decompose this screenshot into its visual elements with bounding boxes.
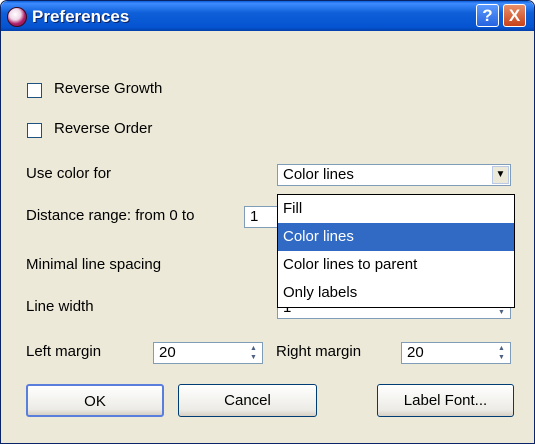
reverse-growth-checkbox[interactable]	[27, 83, 42, 98]
title-bar[interactable]: Preferences ? X	[1, 1, 534, 31]
chevron-down-icon[interactable]: ▼	[492, 166, 509, 184]
label-font-button[interactable]: Label Font...	[377, 384, 514, 417]
dialog-content: Reverse Growth Reverse Order Use color f…	[1, 31, 534, 443]
reverse-growth-label: Reverse Growth	[54, 80, 163, 97]
dropdown-option-color-lines[interactable]: Color lines	[278, 223, 514, 251]
use-color-for-select[interactable]: Color lines ▼	[277, 164, 511, 186]
ok-button[interactable]: OK	[26, 384, 164, 417]
distance-range-label: Distance range: from 0 to	[26, 207, 195, 224]
right-margin-stepper[interactable]: ▲ ▼	[494, 344, 509, 362]
help-button[interactable]: ?	[476, 4, 499, 27]
dropdown-option-only-labels[interactable]: Only labels	[278, 279, 514, 307]
dropdown-option-color-lines-to-parent[interactable]: Color lines to parent	[278, 251, 514, 279]
left-margin-input[interactable]: 20 ▲ ▼	[153, 342, 263, 364]
left-margin-label: Left margin	[26, 343, 102, 360]
app-icon	[7, 7, 27, 27]
left-margin-value: 20	[159, 344, 176, 361]
right-margin-value: 20	[407, 344, 424, 361]
left-margin-stepper[interactable]: ▲ ▼	[246, 344, 261, 362]
line-width-label: Line width	[26, 298, 94, 315]
preferences-dialog: Preferences ? X Reverse Growth Reverse O…	[0, 0, 535, 444]
dropdown-option-fill[interactable]: Fill	[278, 195, 514, 223]
cancel-button[interactable]: Cancel	[178, 384, 317, 417]
reverse-order-label: Reverse Order	[54, 120, 153, 137]
reverse-order-checkbox[interactable]	[27, 123, 42, 138]
use-color-for-value: Color lines	[283, 166, 354, 183]
minimal-line-spacing-label: Minimal line spacing	[26, 256, 162, 273]
close-button[interactable]: X	[503, 4, 526, 27]
use-color-for-dropdown-list: Fill Color lines Color lines to parent O…	[277, 194, 515, 308]
use-color-for-label: Use color for	[26, 165, 112, 182]
window-title: Preferences	[32, 7, 130, 26]
right-margin-label: Right margin	[276, 343, 362, 360]
right-margin-input[interactable]: 20 ▲ ▼	[401, 342, 511, 364]
